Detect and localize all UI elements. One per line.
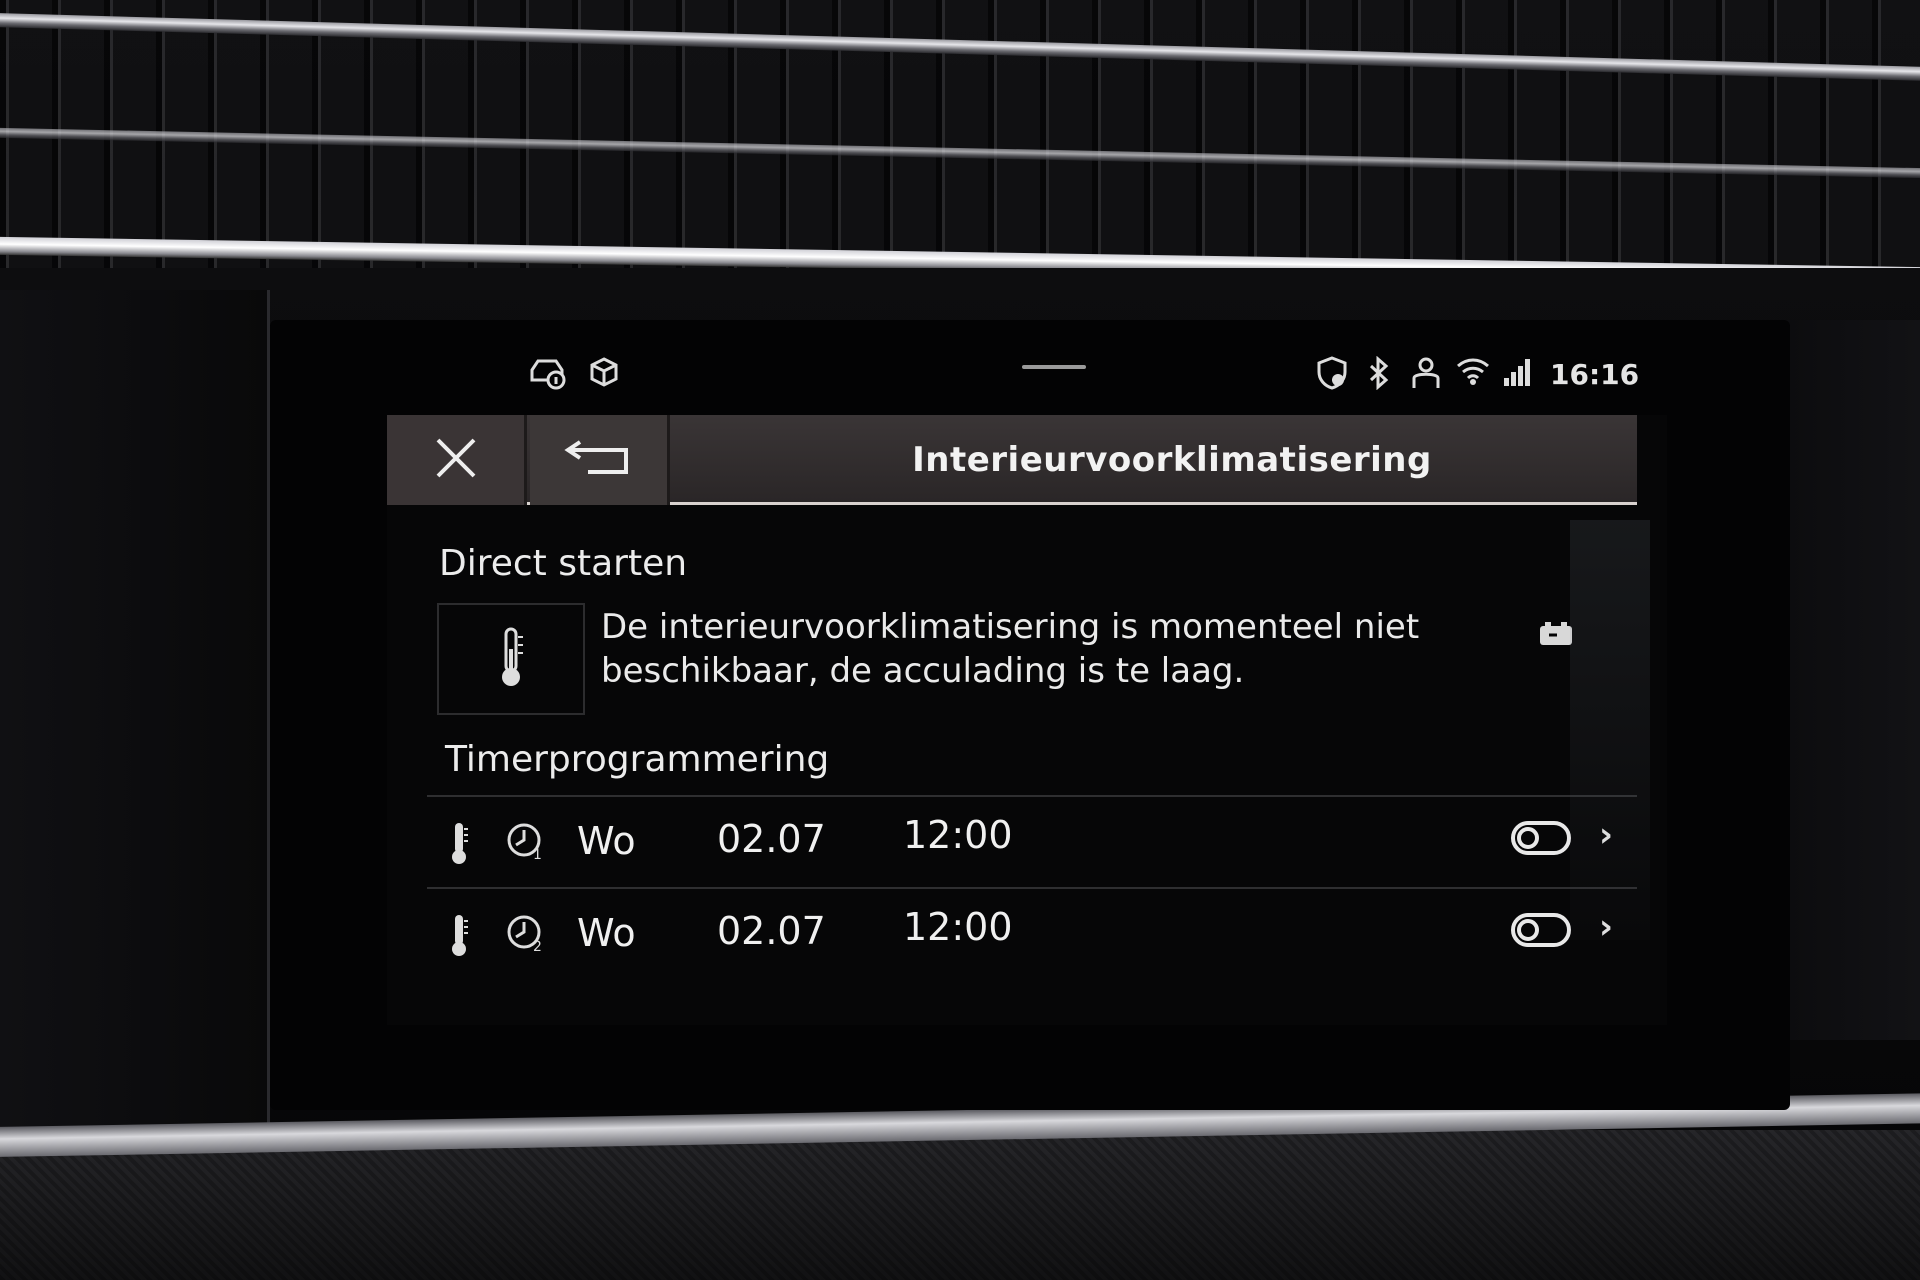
bluetooth-icon: [1368, 355, 1390, 395]
timer-time: 12:00: [903, 813, 1013, 857]
timer-time: 12:00: [903, 905, 1013, 949]
timer-date: 02.07: [717, 909, 826, 953]
close-icon: [432, 434, 480, 486]
timer-clock-icon: 2: [505, 913, 547, 959]
timer-toggle[interactable]: [1511, 821, 1571, 855]
back-button[interactable]: [530, 415, 670, 505]
direct-start-heading: Direct starten: [439, 543, 688, 584]
timer-row[interactable]: 2 Wo 02.07 12:00 ›: [427, 887, 1637, 977]
thermometer-icon: [449, 821, 469, 869]
close-button[interactable]: [387, 415, 527, 505]
signal-icon: [1502, 356, 1532, 393]
infotainment-screen: 16:16 Interieurvoorklimatisering Direct …: [270, 320, 1790, 1110]
message-line-1: De interieurvoorklimatisering is momente…: [601, 607, 1420, 647]
timer-toggle[interactable]: [1511, 913, 1571, 947]
wifi-icon: [1456, 356, 1490, 391]
timer-date: 02.07: [717, 817, 826, 861]
dialog-title-bar: Interieurvoorklimatisering: [387, 415, 1637, 505]
screen-reflection: [1570, 520, 1650, 940]
car-info-icon[interactable]: [528, 356, 568, 395]
thermometer-icon: [449, 913, 469, 961]
climate-dialog: Interieurvoorklimatisering Direct starte…: [387, 415, 1667, 1025]
dialog-title: Interieurvoorklimatisering: [912, 440, 1432, 480]
shield-icon: [1316, 356, 1348, 395]
timer-heading: Timerprogrammering: [445, 739, 830, 780]
timer-day: Wo: [577, 819, 636, 863]
timer-day: Wo: [577, 911, 636, 955]
left-trim-panel: [0, 290, 270, 1150]
back-icon: [563, 438, 634, 482]
timer-row[interactable]: 1 Wo 02.07 12:00 ›: [427, 795, 1637, 885]
air-vent: [0, 0, 1920, 290]
message-line-2: beschikbaar, de acculading is te laag.: [601, 651, 1245, 691]
status-bar: 16:16: [270, 320, 1790, 410]
direct-start-button[interactable]: [437, 603, 585, 715]
user-icon: [1410, 356, 1442, 395]
unavailable-message: De interieurvoorklimatisering is momente…: [601, 605, 1481, 693]
timer-clock-icon: 1: [505, 821, 547, 867]
svg-text:1: 1: [533, 847, 542, 863]
thermometer-icon: [497, 625, 525, 693]
clock: 16:16: [1550, 358, 1640, 391]
package-icon[interactable]: [588, 356, 620, 393]
pull-down-handle[interactable]: [1022, 365, 1086, 369]
svg-text:2: 2: [533, 939, 542, 955]
